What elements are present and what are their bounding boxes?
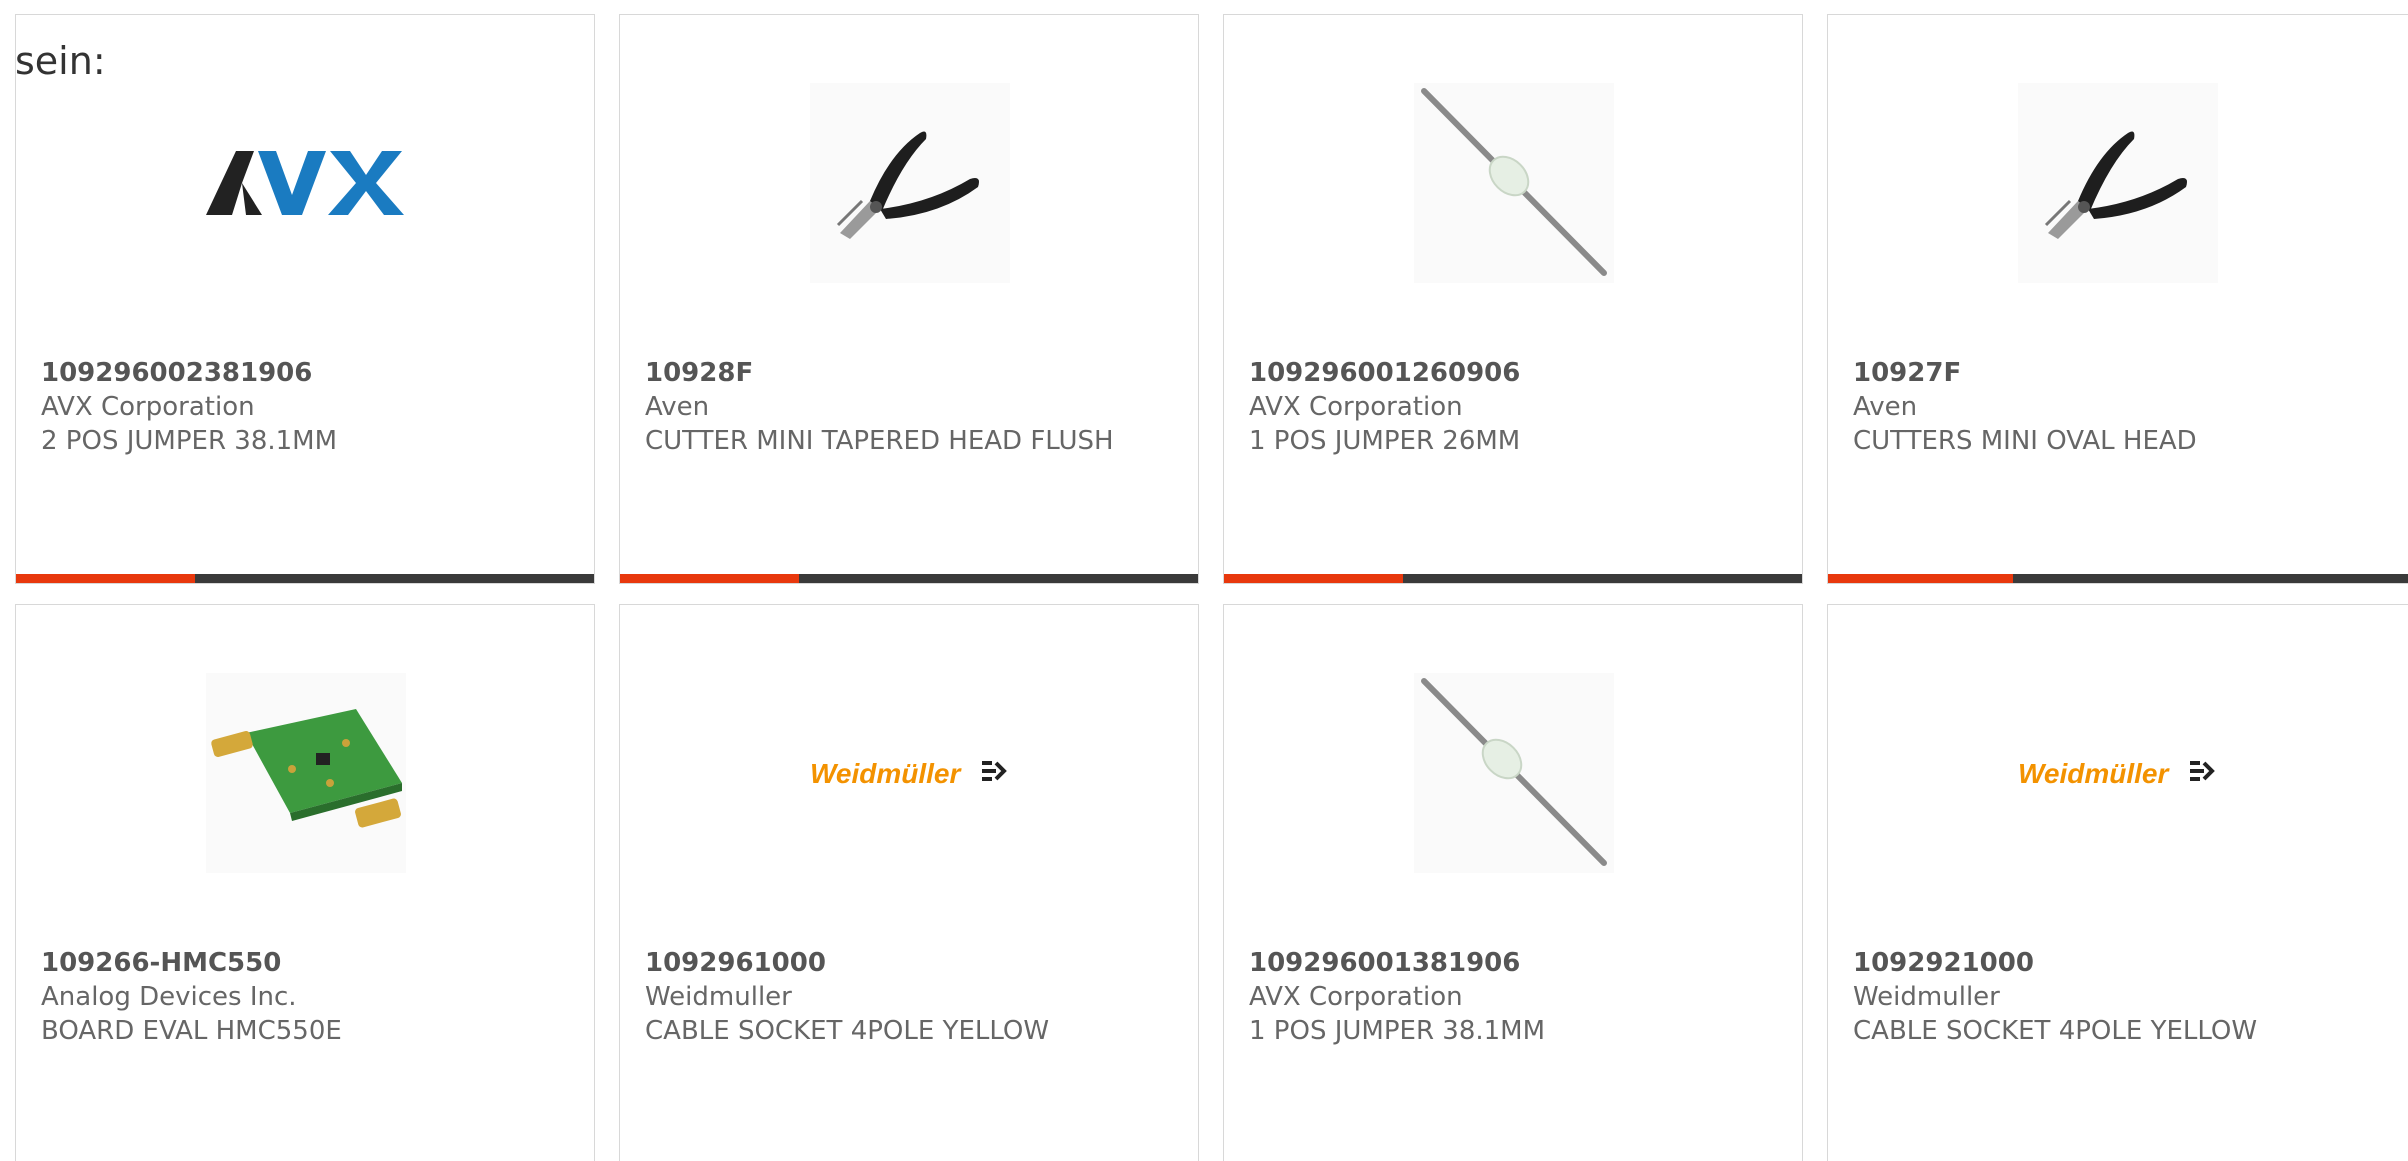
manufacturer: Aven — [1853, 392, 1918, 422]
product-card[interactable]: 10927F Aven CUTTERS MINI OVAL HEAD — [1827, 14, 2408, 584]
description: CABLE SOCKET 4POLE YELLOW — [1853, 1016, 2258, 1046]
product-card[interactable]: 109296001381906 AVX Corporation 1 POS JU… — [1223, 604, 1803, 1161]
part-number[interactable]: 109296002381906 — [41, 356, 561, 390]
product-card[interactable]: Weidmüller 1092961000 Weidmuller CABLE S… — [619, 604, 1199, 1161]
part-number[interactable]: 10928F — [645, 356, 1165, 390]
card-progress-fill — [620, 574, 800, 583]
card-progress-bar — [1828, 574, 2408, 583]
card-progress-bar — [620, 574, 1198, 583]
intro-text: sein: — [15, 39, 106, 83]
product-card[interactable]: 10928F Aven CUTTER MINI TAPERED HEAD FLU… — [619, 14, 1199, 584]
part-number[interactable]: 1092921000 — [1853, 946, 2373, 980]
jumper-graphic — [1414, 83, 1614, 283]
manufacturer: Aven — [645, 392, 710, 422]
weidmuller-logo: Weidmüller — [810, 673, 1010, 873]
jumper-icon — [1414, 83, 1614, 283]
description: 1 POS JUMPER 38.1MM — [1249, 1016, 1546, 1046]
description: CABLE SOCKET 4POLE YELLOW — [645, 1016, 1050, 1046]
cutter-icon — [2018, 83, 2218, 283]
card-progress-bar — [1224, 574, 1802, 583]
part-number[interactable]: 109266-HMC550 — [41, 946, 561, 980]
description: CUTTER MINI TAPERED HEAD FLUSH — [645, 426, 1114, 456]
part-number[interactable]: 10927F — [1853, 356, 2373, 390]
part-number[interactable]: 109296001260906 — [1249, 356, 1769, 390]
manufacturer: Weidmuller — [645, 982, 792, 1012]
description: 2 POS JUMPER 38.1MM — [41, 426, 338, 456]
logo-text: Weidmüller — [810, 758, 963, 789]
card-progress-fill — [16, 574, 196, 583]
description: CUTTERS MINI OVAL HEAD — [1853, 426, 2197, 456]
weidmuller-logo-graphic: Weidmüller — [2018, 758, 2215, 789]
product-card[interactable]: 109266-HMC550 Analog Devices Inc. BOARD … — [15, 604, 595, 1161]
part-number[interactable]: 1092961000 — [645, 946, 1165, 980]
description: 1 POS JUMPER 26MM — [1249, 426, 1521, 456]
cutter-graphic — [810, 83, 1010, 283]
logo-text: Weidmüller — [2018, 758, 2171, 789]
weidmuller-logo-graphic: Weidmüller — [810, 758, 1007, 789]
product-grid: sein: 109296002381906 AVX Corporation 2 … — [0, 0, 2408, 1161]
part-number[interactable]: 109296001381906 — [1249, 946, 1769, 980]
card-progress-fill — [1224, 574, 1404, 583]
manufacturer: AVX Corporation — [1249, 392, 1463, 422]
manufacturer: AVX Corporation — [41, 392, 255, 422]
product-card[interactable]: 109296002381906 AVX Corporation 2 POS JU… — [15, 14, 595, 584]
jumper-icon — [1414, 673, 1614, 873]
manufacturer: AVX Corporation — [1249, 982, 1463, 1012]
avx-logo — [206, 83, 406, 283]
eval-board-graphic — [206, 673, 406, 873]
description: BOARD EVAL HMC550E — [41, 1016, 342, 1046]
product-card[interactable]: 109296001260906 AVX Corporation 1 POS JU… — [1223, 14, 1803, 584]
card-progress-fill — [1828, 574, 2014, 583]
manufacturer: Weidmuller — [1853, 982, 2000, 1012]
avx-logo-graphic — [206, 151, 404, 215]
jumper-graphic — [1414, 673, 1614, 873]
cutter-graphic — [2018, 83, 2218, 283]
cutter-icon — [810, 83, 1010, 283]
weidmuller-logo: Weidmüller — [2018, 673, 2218, 873]
product-card[interactable]: Weidmüller 1092921000 Weidmuller CABLE S… — [1827, 604, 2408, 1161]
card-progress-bar — [16, 574, 594, 583]
manufacturer: Analog Devices Inc. — [41, 982, 297, 1012]
eval-board-icon — [206, 673, 406, 873]
